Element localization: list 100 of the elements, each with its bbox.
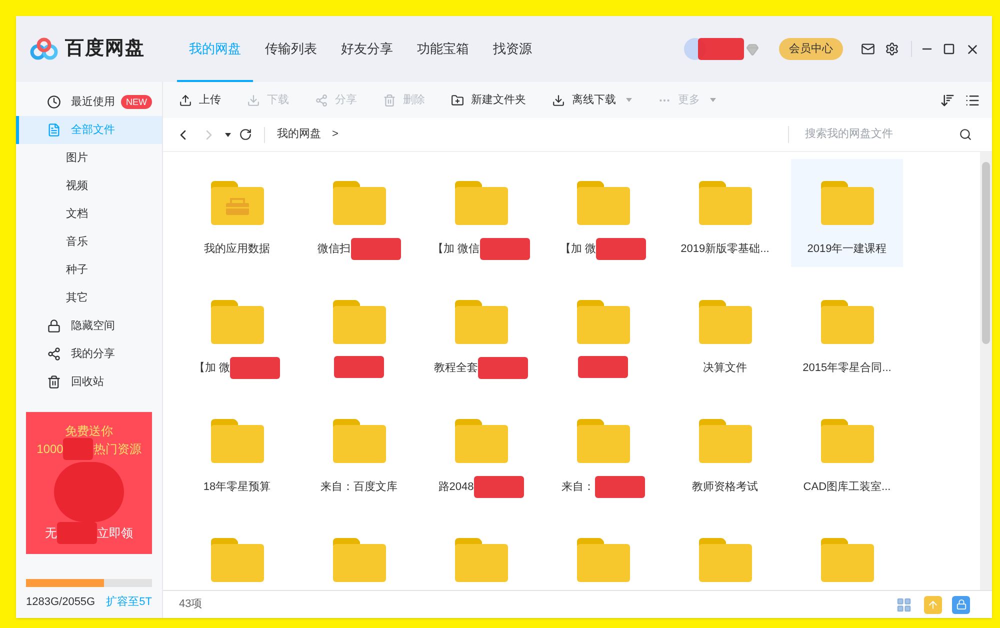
nav-tab[interactable]: 好友分享 [329,16,405,82]
folder-item[interactable]: 2015年零星合同... [791,278,903,386]
folder-name: 2019新版零基础... [680,242,770,257]
folder-icon [332,181,386,225]
toolbar-button[interactable]: 上传 [179,92,221,108]
folder-item[interactable]: 我的应用数据 [181,159,293,267]
folder-icon [576,300,630,344]
promo-text: 热门资源 [93,441,142,458]
sidebar-subitem[interactable]: 文档 [16,200,162,228]
folder-item[interactable]: 【加 微 [547,159,659,267]
folder-icon [820,419,874,463]
maximize-icon[interactable] [943,43,955,55]
nav-tab[interactable]: 功能宝箱 [405,16,481,82]
folder-icon [698,538,752,582]
search-field[interactable]: 搜索我的网盘文件 [805,126,959,143]
sidebar-icon [47,95,61,109]
folder-name: 我的应用数据 [204,242,270,257]
sidebar-icon [47,347,61,361]
folder-icon [332,300,386,344]
folder-name: 教程全套 [434,361,478,376]
promo-text: 无 [45,525,57,542]
toolbar-icon [315,94,328,106]
refresh-icon[interactable] [239,128,252,141]
grid-view-icon[interactable] [896,596,912,612]
sidebar-item[interactable]: 回收站 [16,368,162,396]
app-name: 百度网盘 [65,36,145,61]
mail-icon[interactable] [861,42,875,56]
sidebar-subitem[interactable]: 音乐 [16,228,162,256]
folder-icon [576,538,630,582]
toolbar-button[interactable]: 离线下载 [552,92,632,108]
scrollbar[interactable] [980,152,992,590]
nav-tab[interactable]: 传输列表 [253,16,329,82]
folder-name: 2019年一建课程 [807,242,887,257]
toolbar-icon [451,94,464,106]
folder-icon [454,300,508,344]
sidebar-subitem[interactable]: 种子 [16,256,162,284]
folder-item[interactable]: 【加 微 [181,278,293,386]
folder-item[interactable]: 来自：百度文库 [303,397,415,505]
folder-icon [210,538,264,582]
toolbar-button[interactable]: 新建文件夹 [451,92,526,108]
folder-item[interactable]: 决算文件 [669,278,781,386]
folder-icon [820,538,874,582]
folder-item[interactable]: 路2048 [425,397,537,505]
folder-icon [454,181,508,225]
folder-item[interactable]: 微信扫 [303,159,415,267]
folder-icon [210,300,264,344]
promo-text: 立即领 [97,525,133,542]
list-view-icon[interactable] [965,92,980,108]
app-folder-icon [210,181,264,225]
toolbar-icon [552,94,565,106]
toolbar-icon [179,94,192,106]
folder-name: 来自：百度文库 [320,480,398,495]
folder-icon [332,538,386,582]
folder-item[interactable]: CAD图库工装室... [791,397,903,505]
promo-text: 1000 [36,441,64,458]
sidebar-subitem[interactable]: 其它 [16,284,162,312]
lock-icon[interactable] [952,596,970,614]
sidebar-item[interactable]: 我的分享 [16,340,162,368]
folder-name: CAD图库工装室... [803,480,891,495]
storage-usage: 1283G/2055G [26,594,96,610]
folder-icon [698,300,752,344]
folder-icon [820,300,874,344]
sidebar-item[interactable]: 最近使用 NEW [16,88,162,116]
breadcrumb-link[interactable]: 我的网盘 [277,126,321,143]
folder-name: 微信扫 [318,242,350,257]
redaction-mark [63,438,94,460]
folder-icon [454,538,508,582]
search-icon[interactable] [959,128,972,141]
folder-name: 决算文件 [703,360,747,376]
new-badge: NEW [121,95,152,109]
cloud-logo-icon [29,37,59,61]
folder-name: 2015年零星合同... [802,361,892,376]
breadcrumb-separator: > [332,127,338,142]
nav-tab[interactable]: 找资源 [481,16,544,82]
folder-icon [576,419,630,463]
toolbar-icon [247,94,260,106]
folder-name: 【加 微 [194,360,230,376]
vip-center-button[interactable]: 会员中心 [779,38,843,60]
folder-item[interactable]: 教程全套 [425,278,537,386]
sort-icon[interactable] [940,92,955,108]
sidebar-subitem[interactable]: 图片 [16,144,162,172]
toolbar-icon [383,94,396,106]
folder-item[interactable]: 18年零星预算 [181,397,293,505]
settings-icon[interactable] [885,42,899,56]
folder-name: 【加 微信 [432,242,480,257]
folder-name: 来自： [562,480,594,495]
sidebar-icon [47,123,61,137]
folder-item[interactable]: 2019年一建课程 [791,159,903,267]
folder-item[interactable]: 2019新版零基础... [669,159,781,267]
sidebar-subitem[interactable]: 视频 [16,172,162,200]
folder-icon [698,419,752,463]
sidebar-item[interactable]: 隐藏空间 [16,312,162,340]
folder-item[interactable]: 【加 微信 [425,159,537,267]
dropdown-caret-icon[interactable] [626,98,632,102]
folder-item[interactable]: 来自： [547,397,659,505]
folder-item[interactable]: 教师资格考试 [669,397,781,505]
history-caret-icon[interactable] [225,132,231,136]
folder-icon [698,181,752,225]
sidebar-icon [47,319,61,333]
folder-icon [454,419,508,463]
